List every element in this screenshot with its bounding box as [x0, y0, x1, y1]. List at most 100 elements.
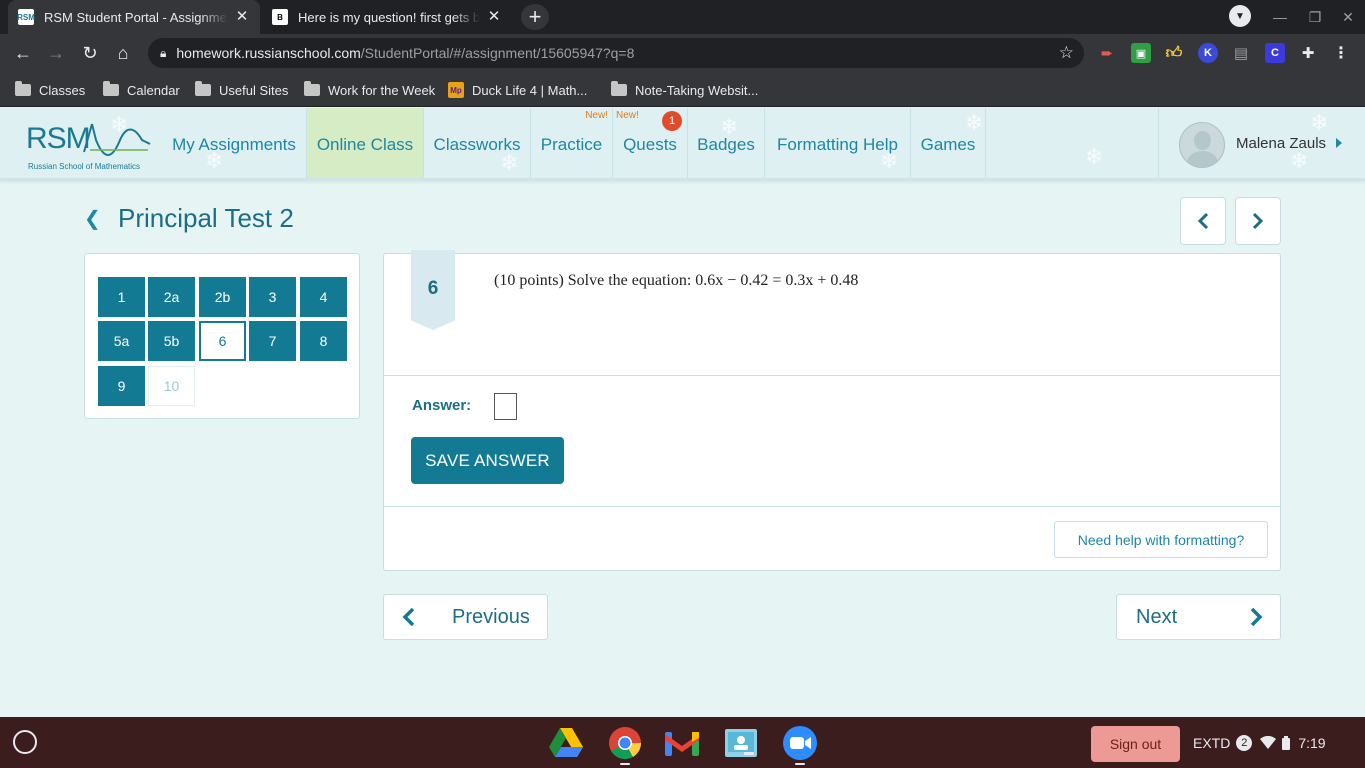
bookmark-note-taking[interactable]: Note-Taking Websit... — [611, 80, 758, 100]
google-drive-icon[interactable] — [548, 725, 584, 761]
question-cell-5a[interactable]: 5a — [98, 321, 145, 361]
question-cell-3[interactable]: 3 — [249, 277, 296, 317]
nav-formatting-help[interactable]: Formatting Help — [765, 108, 911, 178]
question-number-ribbon: 6 — [411, 250, 455, 330]
browser-menu-icon[interactable]: ⋮ — [1331, 43, 1351, 63]
logo-subtitle: Russian School of Mathematics — [28, 162, 141, 171]
clock: 7:19 — [1298, 735, 1326, 751]
math-playground-icon: Mp — [448, 82, 464, 98]
page-title: Principal Test 2 — [118, 202, 294, 233]
bookmark-duck-life[interactable]: Mp Duck Life 4 | Math... — [448, 80, 587, 100]
rsm-favicon-icon: RSM — [17, 9, 35, 25]
document-extension-icon[interactable]: ▤ — [1231, 43, 1251, 63]
gmail-icon[interactable] — [664, 725, 700, 761]
next-label: Next — [1136, 605, 1178, 628]
chevron-left-icon[interactable]: ❮ — [84, 206, 101, 231]
home-icon[interactable]: ⌂ — [109, 39, 137, 67]
divider — [384, 506, 1280, 507]
forward-arrow-icon[interactable]: → — [42, 39, 70, 67]
question-card: 6 (10 points) Solve the equation: 0.6x −… — [383, 250, 1281, 571]
folder-icon — [15, 81, 31, 96]
bookmark-star-icon[interactable]: ☆ — [1059, 43, 1074, 63]
logo-wave-icon — [83, 123, 151, 156]
question-navigator: 1 2a 2b 3 4 5a 5b 6 7 8 9 10 — [84, 253, 360, 419]
next-question-button[interactable] — [1235, 197, 1281, 245]
launcher-icon[interactable] — [13, 730, 37, 754]
browser-tab-strip: RSM RSM Student Portal - Assignment ✕ B … — [0, 0, 1365, 34]
formatting-help-button[interactable]: Need help with formatting? — [1054, 521, 1268, 558]
question-cell-10[interactable]: 10 — [148, 366, 195, 406]
bookmark-classes[interactable]: Classes — [15, 80, 85, 100]
lock-icon: 🔒︎ — [160, 45, 167, 60]
running-indicator — [795, 763, 805, 765]
new-tab-button[interactable]: + — [521, 4, 549, 30]
question-cell-8[interactable]: 8 — [300, 321, 347, 361]
brainly-favicon-icon: B — [272, 9, 288, 25]
answer-input[interactable] — [494, 393, 517, 420]
question-cell-9[interactable]: 9 — [98, 366, 145, 406]
question-cell-5b[interactable]: 5b — [148, 321, 195, 361]
rsm-logo[interactable]: RSM Russian School of Mathematics — [26, 116, 156, 172]
classroom-icon[interactable] — [723, 725, 759, 761]
bookmark-useful-sites[interactable]: Useful Sites — [195, 80, 288, 100]
chevron-right-icon — [1252, 213, 1264, 229]
extensions-puzzle-icon[interactable]: ✚ — [1298, 43, 1318, 63]
minimize-icon[interactable]: — — [1264, 0, 1296, 34]
running-indicator — [620, 763, 630, 765]
back-arrow-icon[interactable]: ← — [9, 39, 37, 67]
tab-search-icon[interactable]: ▼ — [1229, 5, 1251, 27]
avatar — [1179, 122, 1225, 168]
address-bar[interactable]: 🔒︎ homework.russianschool.com/StudentPor… — [148, 38, 1084, 68]
url-host: homework.russianschool.com — [176, 45, 361, 61]
nav-my-assignments[interactable]: My Assignments — [162, 108, 307, 178]
next-button[interactable]: Next — [1116, 594, 1281, 640]
keyboard-layout: EXTD — [1193, 735, 1231, 751]
kami-extension-icon[interactable]: K — [1198, 43, 1218, 63]
question-cell-6[interactable]: 6 — [199, 321, 246, 361]
zoom-icon[interactable] — [782, 725, 818, 761]
save-answer-button[interactable]: SAVE ANSWER — [411, 437, 564, 484]
question-cell-7[interactable]: 7 — [249, 321, 296, 361]
folder-icon — [195, 81, 211, 96]
reload-icon[interactable]: ↻ — [76, 39, 104, 67]
extension-arrow-icon[interactable]: ➨ — [1097, 43, 1117, 63]
browser-toolbar: ← → ↻ ⌂ 🔒︎ homework.russianschool.com/St… — [0, 34, 1365, 72]
status-tray[interactable]: EXTD 2 7:19 — [1193, 726, 1326, 760]
folder-icon — [304, 81, 320, 96]
nav-badges[interactable]: Badges — [688, 108, 765, 178]
browser-tab-rsm[interactable]: RSM RSM Student Portal - Assignment ✕ — [8, 0, 260, 34]
rsm-header: ❄ ❄ ❄ ❄ ❄ ❄ ❄ ❄ ❄ ❄ RSM Russian School o… — [0, 108, 1365, 181]
nav-practice[interactable]: New! Practice — [531, 108, 613, 178]
chevron-right-icon — [1250, 608, 1263, 626]
page-title-row: ❮ Principal Test 2 — [84, 200, 294, 236]
url-path: /StudentPortal/#/assignment/15605947?q=8 — [360, 45, 635, 61]
c-extension-icon[interactable]: C — [1265, 43, 1285, 63]
folder-icon — [611, 81, 627, 96]
bookmark-work-for-the-week[interactable]: Work for the Week — [304, 80, 435, 100]
sign-out-button[interactable]: Sign out — [1091, 726, 1180, 762]
chromeos-shelf: Sign out EXTD 2 7:19 — [0, 717, 1365, 768]
thumbs-up-extension-icon[interactable]: 👍︎ — [1164, 43, 1184, 63]
tab-title: RSM Student Portal - Assignment — [44, 9, 228, 25]
restore-icon[interactable]: ❐ — [1299, 0, 1331, 34]
prev-question-button[interactable] — [1180, 197, 1226, 245]
caret-right-icon — [1336, 138, 1342, 148]
question-cell-1[interactable]: 1 — [98, 277, 145, 317]
close-tab-icon[interactable]: ✕ — [486, 9, 502, 25]
previous-button[interactable]: Previous — [383, 594, 548, 640]
nav-games[interactable]: Games — [911, 108, 986, 178]
close-tab-icon[interactable]: ✕ — [234, 9, 250, 25]
question-cell-2b[interactable]: 2b — [199, 277, 246, 317]
chevron-left-icon — [1197, 213, 1209, 229]
question-cell-2a[interactable]: 2a — [148, 277, 195, 317]
close-window-icon[interactable]: ✕ — [1332, 0, 1364, 34]
classroom-extension-icon[interactable]: ▣ — [1131, 43, 1151, 63]
nav-classworks[interactable]: Classworks — [424, 108, 531, 178]
notification-count-badge: 2 — [1236, 735, 1253, 751]
user-menu[interactable]: Malena Zauls — [1158, 108, 1365, 178]
question-cell-4[interactable]: 4 — [300, 277, 347, 317]
browser-tab-brainly[interactable]: B Here is my question! first gets brainl… — [262, 0, 512, 34]
chrome-icon[interactable] — [607, 725, 643, 761]
nav-online-class[interactable]: Online Class — [307, 108, 424, 178]
bookmark-calendar[interactable]: Calendar — [103, 80, 180, 100]
